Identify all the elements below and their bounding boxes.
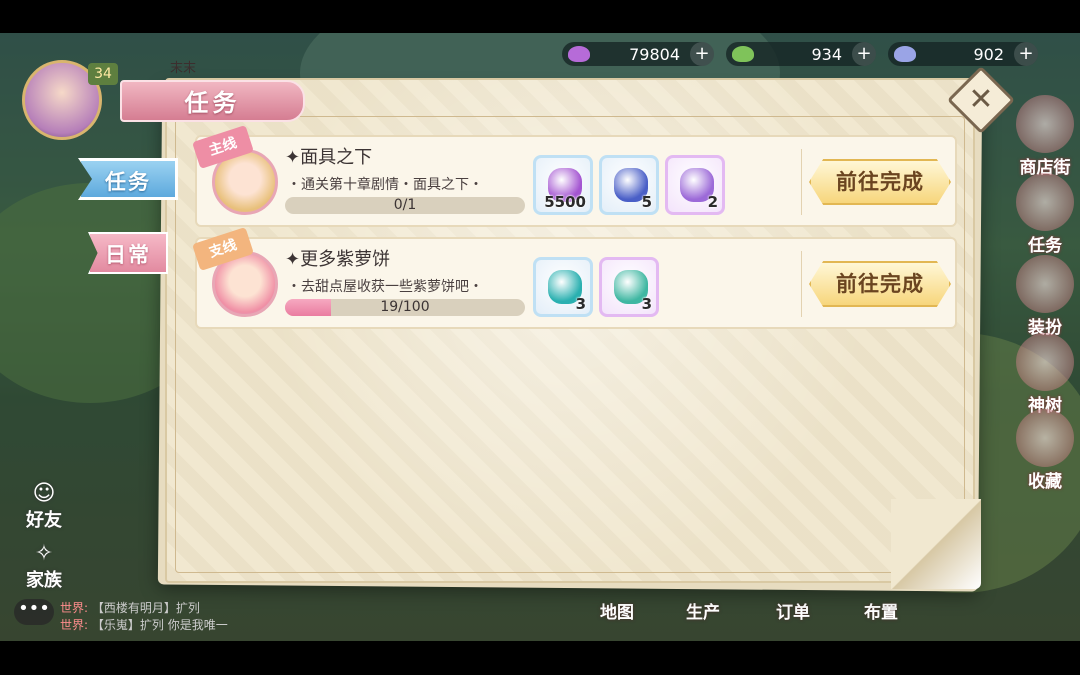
- menu-sacred-tree[interactable]: 神树: [1010, 333, 1080, 416]
- nav-map[interactable]: 地图: [600, 598, 634, 623]
- tree-icon: [1016, 333, 1074, 391]
- green-leaf-icon: [732, 46, 754, 62]
- go-complete-button[interactable]: 前往完成: [809, 159, 951, 205]
- tab-task[interactable]: 任务: [78, 158, 178, 200]
- task-icon: [1016, 173, 1074, 231]
- menu-collection[interactable]: 收藏: [1010, 409, 1080, 492]
- progress-text: 19/100: [380, 299, 430, 315]
- menu-family[interactable]: ✧ 家族: [16, 541, 72, 592]
- menu-label: 收藏: [1028, 472, 1062, 492]
- quest-row-main: 主线 ✦面具之下 ・通关第十章剧情・面具之下・ 0/1 5500 5 2 前往完…: [192, 125, 957, 227]
- chat-line: 世界: 【西楼有明月】扩列: [60, 599, 200, 616]
- resource-value: 934: [811, 44, 842, 64]
- resource-value: 79804: [629, 44, 680, 64]
- menu-task[interactable]: 任务: [1010, 173, 1080, 256]
- crystal-icon: [894, 46, 916, 62]
- menu-dress-up[interactable]: 装扮: [1010, 255, 1080, 338]
- reward-count: 5: [641, 193, 652, 211]
- nav-production[interactable]: 生产: [686, 598, 720, 623]
- divider: [801, 149, 802, 215]
- menu-label: 家族: [26, 570, 62, 591]
- add-green-leaf-button[interactable]: +: [852, 42, 876, 66]
- quest-progress-bar: 0/1: [285, 197, 525, 214]
- reward-count: 2: [707, 193, 718, 211]
- chat-text: 【乐嵬】扩列 你是我唯一: [91, 618, 228, 632]
- menu-friends[interactable]: ☺ 好友: [16, 481, 72, 532]
- menu-label: 好友: [26, 510, 62, 531]
- nav-orders[interactable]: 订单: [776, 598, 810, 623]
- reward-count: 3: [575, 295, 586, 313]
- reward-slot[interactable]: 2: [665, 155, 725, 215]
- page-curl: [891, 499, 981, 589]
- reward-count: 3: [641, 295, 652, 313]
- tab-daily[interactable]: 日常: [88, 232, 168, 274]
- quest-progress-bar: 19/100: [285, 299, 525, 316]
- nav-layout[interactable]: 布置: [864, 598, 898, 623]
- reward-slot[interactable]: 5500: [533, 155, 593, 215]
- chat-button[interactable]: •••: [14, 599, 54, 625]
- family-icon: ✧: [34, 541, 54, 566]
- reward-slot[interactable]: 3: [533, 257, 593, 317]
- dress-icon: [1016, 255, 1074, 313]
- quest-row-side: 支线 ✦更多紫萝饼 ・去甜点屋收获一些紫萝饼吧・ 19/100 3 3 前往完成: [192, 227, 957, 329]
- resource-value: 902: [973, 44, 1004, 64]
- quest-title: ✦面具之下: [285, 147, 373, 168]
- player-name: 末末: [170, 61, 197, 76]
- resource-green-leaf: 934 +: [726, 42, 876, 66]
- reward-slot[interactable]: 5: [599, 155, 659, 215]
- add-crystal-button[interactable]: +: [1014, 42, 1038, 66]
- go-complete-button[interactable]: 前往完成: [809, 261, 951, 307]
- close-icon: ✕: [968, 82, 994, 117]
- player-level: 34: [88, 63, 118, 85]
- quest-description: ・去甜点屋收获一些紫萝饼吧・: [287, 279, 483, 295]
- reward-count: 5500: [544, 193, 586, 211]
- menu-shop-street[interactable]: 商店街: [1010, 95, 1080, 178]
- chat-channel: 世界:: [60, 618, 89, 632]
- chat-line: 世界: 【乐嵬】扩列 你是我唯一: [60, 616, 228, 633]
- menu-label: 任务: [1028, 236, 1062, 256]
- reward-slot[interactable]: 3: [599, 257, 659, 317]
- add-purple-gem-button[interactable]: +: [690, 42, 714, 66]
- shop-icon: [1016, 95, 1074, 153]
- quest-title: ✦更多紫萝饼: [285, 249, 391, 270]
- quest-description: ・通关第十章剧情・面具之下・: [287, 177, 483, 193]
- progress-text: 0/1: [393, 197, 417, 213]
- star-icon: [1016, 409, 1074, 467]
- resource-purple-gem: 79804 +: [562, 42, 714, 66]
- panel-title: 任务: [120, 80, 305, 122]
- chat-channel: 世界:: [60, 601, 89, 615]
- purple-gem-icon: [568, 46, 590, 62]
- resource-crystal: 902 +: [888, 42, 1038, 66]
- chat-text: 【西楼有明月】扩列: [91, 601, 200, 615]
- friends-icon: ☺: [32, 481, 56, 506]
- divider: [801, 251, 802, 317]
